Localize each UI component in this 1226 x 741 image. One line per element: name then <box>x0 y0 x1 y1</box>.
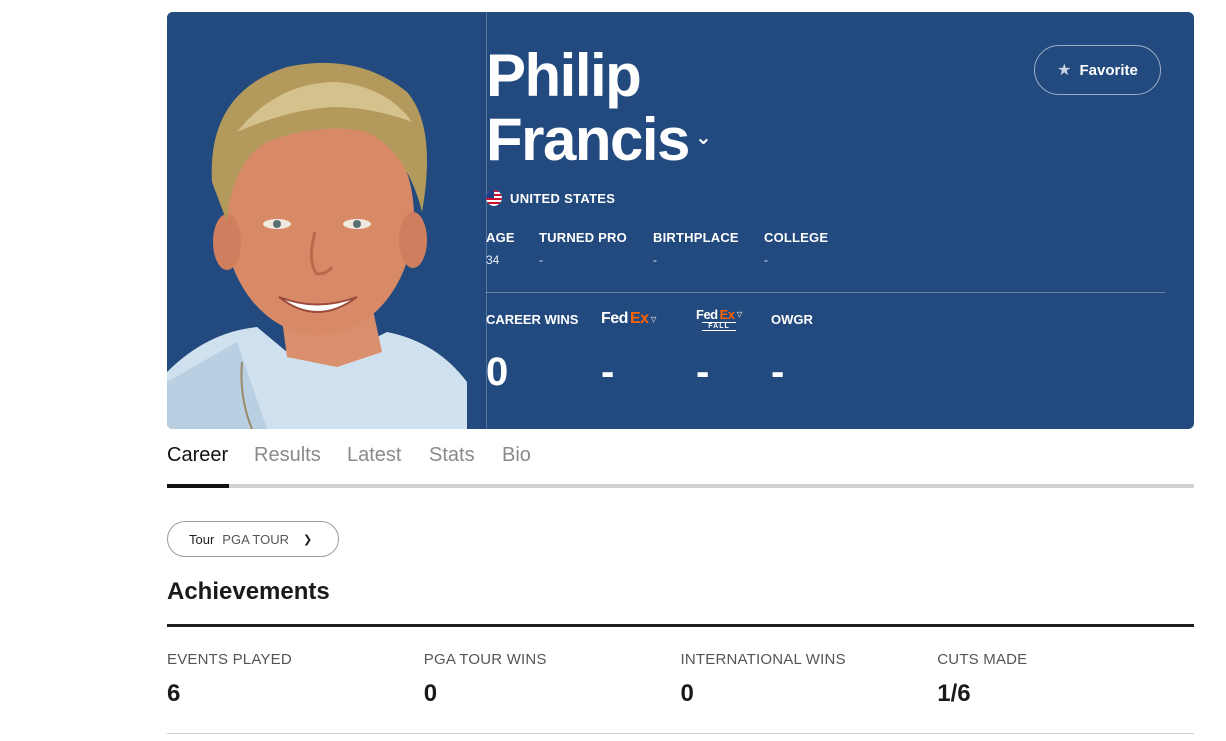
player-first-name: Philip <box>486 42 642 109</box>
bio-stat-value: 34 <box>486 253 500 267</box>
profile-tabs: Career Results Latest Stats Bio <box>167 444 1194 488</box>
bio-stat-value: - <box>539 253 543 267</box>
fedex-cup-logo: Fed Ex ▿ <box>601 310 657 327</box>
bio-stat-value: - <box>653 253 657 267</box>
tab-latest[interactable]: Latest <box>347 444 401 467</box>
fedex-cup-fall-logo: Fed Ex ▿ FALL <box>696 306 743 331</box>
active-tab-indicator <box>167 484 229 488</box>
tab-results[interactable]: Results <box>254 444 321 467</box>
achievement-label: PGA TOUR WINS <box>423 651 547 668</box>
fedex-cup: Fed Ex ▿ - <box>601 308 657 394</box>
career-wins-value: 0 <box>486 350 509 394</box>
player-last-name: Francis <box>486 106 690 173</box>
career-wins-label: CAREER WINS <box>486 311 579 327</box>
trophy-icon: ▿ <box>650 312 657 326</box>
bio-stat-value: - <box>764 253 768 267</box>
player-photo <box>167 12 487 429</box>
tab-career[interactable]: Career <box>167 444 228 467</box>
fedex-cup-fall-value: - <box>696 350 710 394</box>
achievement-value: 1/6 <box>937 680 971 707</box>
bio-stat-birthplace: BIRTHPLACE - <box>653 230 764 267</box>
owgr-value: - <box>771 350 785 394</box>
favorite-button[interactable]: ★ Favorite <box>1034 45 1161 95</box>
achievement-value: 0 <box>423 680 438 707</box>
fedex-cup-value: - <box>601 350 615 394</box>
bio-stat-label: COLLEGE <box>764 230 829 245</box>
achievement-pga-tour-wins: PGA TOUR WINS 0 <box>424 627 681 733</box>
achievement-value: 6 <box>167 680 181 707</box>
achievement-label: CUTS MADE <box>937 651 1028 668</box>
tab-bio[interactable]: Bio <box>502 444 531 467</box>
bio-stat-label: BIRTHPLACE <box>653 230 739 245</box>
player-country: UNITED STATES <box>486 190 615 206</box>
bio-stat-turned-pro: TURNED PRO - <box>539 230 653 267</box>
tab-stats[interactable]: Stats <box>429 444 475 467</box>
player-hero: Philip Francis ⌄ ★ Favorite UNITED STATES… <box>167 12 1194 429</box>
tour-select-value: PGA TOUR <box>222 531 290 547</box>
achievement-events-played: EVENTS PLAYED 6 <box>167 627 424 733</box>
bio-stat-age: AGE 34 <box>486 230 539 267</box>
achievement-international-wins: INTERNATIONAL WINS 0 <box>681 627 938 733</box>
bio-stat-label: AGE <box>486 230 515 245</box>
achievement-value: 0 <box>680 680 694 707</box>
achievements-grid: EVENTS PLAYED 6 PGA TOUR WINS 0 INTERNAT… <box>167 627 1194 734</box>
fedex-cup-fall: Fed Ex ▿ FALL - <box>696 306 743 395</box>
country-name: UNITED STATES <box>510 190 616 206</box>
chevron-down-icon[interactable]: ⌄ <box>695 106 712 170</box>
chevron-down-icon: ❯ <box>303 533 313 546</box>
trophy-icon: ▿ <box>736 307 743 321</box>
career-wins: CAREER WINS 0 <box>486 308 579 395</box>
achievement-label: EVENTS PLAYED <box>167 651 292 668</box>
achievements-title: Achievements <box>167 578 330 605</box>
bio-stat-college: COLLEGE - <box>764 230 854 267</box>
bio-stats: AGE 34 TURNED PRO - BIRTHPLACE - COLLEGE… <box>486 230 854 267</box>
tabs-track <box>167 484 1194 488</box>
tour-select-label: Tour <box>189 531 215 547</box>
hero-divider <box>486 292 1165 293</box>
owgr: OWGR - <box>771 308 813 395</box>
achievement-cuts-made: CUTS MADE 1/6 <box>937 627 1194 733</box>
favorite-label: Favorite <box>1079 61 1138 79</box>
achievement-label: INTERNATIONAL WINS <box>680 651 846 668</box>
us-flag-icon <box>486 190 502 206</box>
star-icon: ★ <box>1057 62 1072 79</box>
tour-select[interactable]: Tour PGA TOUR ❯ <box>167 521 339 557</box>
owgr-label: OWGR <box>771 311 813 327</box>
player-name[interactable]: Philip Francis ⌄ <box>486 42 712 176</box>
bio-stat-label: TURNED PRO <box>539 230 627 245</box>
